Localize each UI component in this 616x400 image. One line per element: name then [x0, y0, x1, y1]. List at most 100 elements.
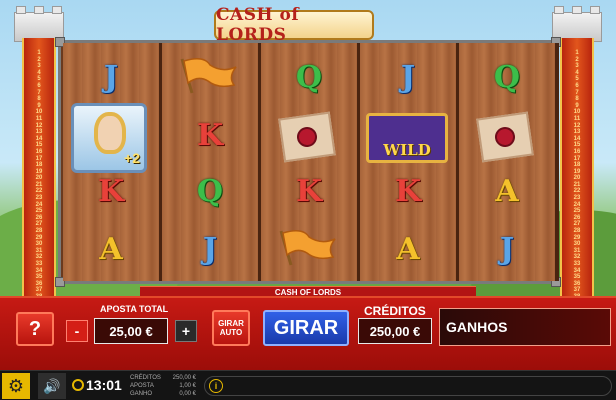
gear-icon[interactable]: ⚙ — [2, 373, 30, 399]
payline-number: 31 — [573, 247, 581, 254]
clock-time: 13:01 — [86, 377, 122, 393]
reel-grid: J +2 K A K Q J Q K J WILD K A Q A J — [55, 37, 561, 287]
payline-number: 2 — [575, 56, 579, 63]
payline-number: 12 — [573, 122, 581, 129]
payline-banner-left: 1 2 3 4 5 6 7 8 9 10 11 12 13 14 15 16 17 18 19 20 21 22 23 24 2… — [22, 38, 56, 296]
logo-text: CASH of LORDS — [216, 5, 300, 45]
payline-number: 13 — [35, 129, 43, 136]
payline-number: 3 — [37, 63, 41, 70]
payline-number: 22 — [573, 188, 581, 195]
payline-number: 35 — [573, 274, 581, 281]
payline-number: 24 — [573, 201, 581, 208]
payline-number: 21 — [35, 181, 43, 188]
stat-row: APOSTA 1,00 € — [130, 382, 196, 390]
payline-numbers-left: 1 2 3 4 5 6 7 8 9 10 11 12 13 14 15 16 17 18 19 20 21 22 23 24 2… — [24, 50, 54, 296]
payline-number: 11 — [35, 115, 43, 122]
payline-number: 27 — [35, 221, 43, 228]
payline-number: 4 — [575, 69, 579, 76]
wild-symbol: WILD — [366, 113, 448, 163]
payline-number: 5 — [575, 76, 579, 83]
payline-number: 27 — [573, 221, 581, 228]
payline-number: 18 — [35, 162, 43, 169]
payline-number: 24 — [35, 201, 43, 208]
scatter-symbol: +2 — [71, 103, 147, 173]
payline-number: 25 — [35, 208, 43, 215]
credits-label: CRÉDITOS — [364, 304, 426, 318]
payline-number: 33 — [573, 261, 581, 267]
payline-number: 11 — [573, 115, 581, 122]
payline-number: 28 — [35, 228, 43, 235]
info-icon[interactable]: i — [209, 379, 223, 393]
symbol-j: J — [499, 231, 515, 267]
payline-number: 6 — [37, 82, 41, 89]
payline-number: 6 — [575, 82, 579, 89]
symbol-q: Q — [295, 59, 323, 95]
payline-number: 17 — [573, 155, 581, 162]
symbol-a: A — [99, 231, 123, 267]
payline-number: 10 — [573, 109, 581, 116]
symbol-j: J — [400, 59, 416, 95]
session-stats: CRÉDITOS 250,00 € APOSTA 1,00 € GANHO 0,00 € — [130, 374, 196, 398]
autoplay-button[interactable]: GIRAR AUTO — [212, 310, 250, 346]
payline-number: 22 — [35, 188, 43, 195]
bet-label: APOSTA TOTAL — [100, 304, 169, 314]
payline-number: 31 — [35, 247, 43, 254]
flag-symbol — [180, 58, 237, 94]
symbol-k: K — [394, 173, 422, 209]
stat-value: 0,00 € — [179, 391, 196, 397]
symbol-q: Q — [196, 173, 224, 209]
game-title-bar: CASH OF LORDS — [140, 286, 476, 296]
payline-number: 14 — [573, 135, 581, 142]
payline-number: 4 — [37, 69, 41, 76]
payline-number: 29 — [573, 234, 581, 241]
payline-number: 30 — [573, 241, 581, 248]
payline-number: 10 — [35, 109, 43, 116]
info-bar[interactable]: i — [204, 376, 612, 396]
payline-number: 36 — [573, 280, 581, 287]
payline-number: 7 — [575, 89, 579, 96]
flag-symbol — [279, 230, 336, 266]
symbol-k: K — [295, 173, 323, 209]
wax-seal-icon — [295, 125, 319, 149]
symbol-q: Q — [493, 59, 521, 95]
stat-label: CRÉDITOS — [130, 375, 161, 381]
payline-number: 5 — [37, 76, 41, 83]
payline-number: 18 — [573, 162, 581, 169]
reel-2: KQJ — [162, 43, 262, 281]
tower-right: 1 2 3 4 5 6 7 8 9 10 11 12 13 14 15 16 17 18 19 20 21 22 23 24 2… — [552, 6, 602, 296]
payline-number: 15 — [35, 142, 43, 149]
payline-number: 32 — [35, 254, 43, 261]
wax-seal-icon — [493, 125, 517, 149]
scroll-symbol — [476, 111, 534, 163]
control-panel: ? APOSTA TOTAL - 25,00 € + GIRAR AUTO GI… — [0, 296, 616, 370]
decrease-bet-button[interactable]: - — [66, 320, 88, 342]
clock-icon — [72, 379, 84, 391]
payline-number: 16 — [573, 148, 581, 155]
increase-bet-button[interactable]: + — [175, 320, 197, 342]
tower-left: 1 2 3 4 5 6 7 8 9 10 11 12 13 14 15 16 17 18 19 20 21 22 23 24 2… — [14, 6, 64, 296]
help-button[interactable]: ? — [16, 312, 54, 346]
scatter-badge: +2 — [124, 150, 140, 166]
reel-3: QK — [261, 43, 361, 281]
payline-number: 7 — [37, 89, 41, 96]
spin-button[interactable]: GIRAR — [263, 310, 349, 346]
payline-number: 20 — [573, 175, 581, 182]
payline-number: 37 — [35, 287, 43, 294]
speaker-icon[interactable]: 🔊 — [38, 373, 66, 399]
game-logo: CASH of LORDS — [214, 5, 374, 45]
payline-number: 14 — [35, 135, 43, 142]
reel-4: J WILD K A — [360, 43, 460, 281]
symbol-k: K — [97, 173, 125, 209]
payline-number: 19 — [573, 168, 581, 175]
symbol-j: J — [202, 231, 218, 267]
payline-number: 23 — [35, 195, 43, 202]
payline-number: 3 — [575, 63, 579, 70]
payline-number: 25 — [573, 208, 581, 215]
payline-number: 19 — [35, 168, 43, 175]
payline-number: 1 — [575, 50, 579, 56]
payline-number: 8 — [575, 96, 579, 103]
payline-number: 29 — [35, 234, 43, 241]
symbol-a: A — [495, 173, 519, 209]
payline-number: 26 — [573, 214, 581, 221]
symbol-a: A — [396, 231, 420, 267]
